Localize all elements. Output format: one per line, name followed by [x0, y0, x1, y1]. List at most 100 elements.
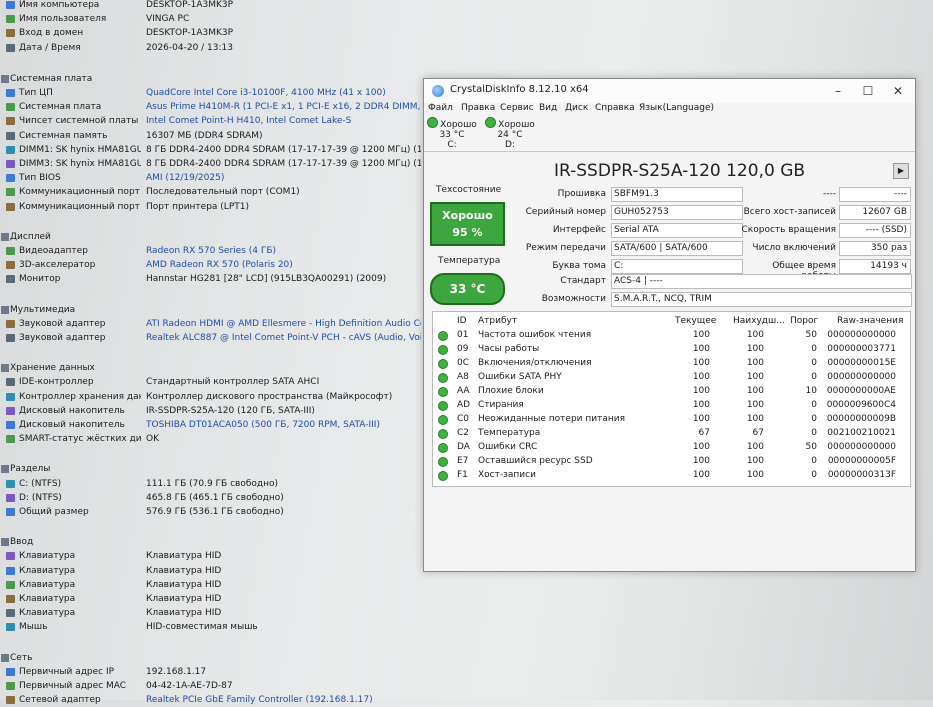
row-value[interactable]: Radeon RX 570 Series (4 ГБ)	[146, 244, 421, 258]
attr-raw: 00000000313F	[827, 470, 896, 480]
attr-worst: 100	[746, 442, 764, 452]
status-dot-icon	[438, 415, 448, 425]
smart-row[interactable]: 09 Часы работы 100 100 0 000000003771	[433, 342, 910, 356]
item-icon	[6, 43, 15, 52]
row-value[interactable]: Realtek PCIe GbE Family Controller (192.…	[146, 693, 421, 707]
header-attribute[interactable]: Атрибут	[478, 314, 517, 328]
smart-row[interactable]: A8 Ошибки SATA PHY 100 100 0 000000000000	[433, 370, 910, 384]
attr-current: 100	[692, 442, 710, 452]
smart-row[interactable]: AD Стирания 100 100 0 0000009600C4	[433, 398, 910, 412]
attr-current: 100	[692, 400, 710, 410]
drive-letter: C:	[447, 140, 457, 150]
row-value: Клавиатура HID	[146, 594, 222, 604]
status-dot-icon	[438, 373, 448, 383]
header-raw[interactable]: Raw-значения	[837, 314, 903, 328]
row-value: 192.168.1.17	[146, 666, 207, 677]
standard-value: ACS-4 | ----	[611, 274, 912, 289]
row-label: Тип ЦП	[19, 88, 53, 98]
attr-current: 100	[692, 456, 710, 466]
field-label: ----	[823, 189, 836, 199]
header-threshold[interactable]: Порог	[790, 314, 818, 328]
menu-item[interactable]: Диск	[565, 103, 588, 113]
smart-row[interactable]: F1 Хост-записи 100 100 0 00000000313F	[433, 468, 910, 482]
field-label: Всего хост-записей	[743, 207, 836, 217]
row-label: Клавиатура	[19, 608, 76, 619]
smart-table: ID Атрибут Текущее Наихудш... Порог Raw-…	[432, 311, 911, 487]
attr-worst: 67	[752, 428, 764, 438]
attr-worst: 100	[746, 344, 764, 354]
device-icon	[6, 145, 15, 154]
row-value[interactable]: Asus Prime H410M-R (1 PCI-E x1, 1 PCI-E …	[146, 100, 421, 114]
field-value: ----	[839, 187, 911, 202]
minimize-button[interactable]: –	[824, 82, 852, 100]
device-icon	[6, 595, 15, 603]
row-value[interactable]: Realtek ALC887 @ Intel Comet Point-V PCH…	[146, 331, 421, 345]
row-value[interactable]: ATI Radeon HDMI @ AMD Ellesmere - High D…	[146, 317, 421, 331]
device-icon	[6, 552, 15, 561]
smart-row[interactable]: C2 Температура 67 67 0 002100210021	[433, 426, 910, 440]
item-icon	[6, 29, 15, 38]
close-button[interactable]: ✕	[884, 82, 912, 100]
device-icon	[6, 103, 15, 112]
attr-worst: 100	[746, 358, 764, 368]
drive-model: IR-SSDPR-S25A-120 120,0 GB	[554, 161, 806, 181]
next-drive-button[interactable]: ▶	[893, 163, 909, 179]
drive-tab[interactable]: Хорошо 33 °C C:	[424, 117, 480, 150]
row-value[interactable]: AMI (12/19/2025)	[146, 171, 421, 185]
drive-tab[interactable]: Хорошо 24 °C D:	[482, 117, 538, 150]
menu-item[interactable]: Справка	[595, 103, 635, 113]
maximize-button[interactable]: ☐	[854, 82, 882, 100]
health-status-badge[interactable]: Хорошо 95 %	[430, 202, 505, 246]
header-current[interactable]: Текущее	[675, 314, 716, 328]
menu-item[interactable]: Правка	[461, 103, 495, 113]
row-value[interactable]: AMD Radeon RX 570 (Polaris 20)	[146, 258, 421, 272]
row-value: Клавиатура HID	[146, 579, 222, 590]
attr-raw: 000000000000	[827, 372, 896, 382]
field-label: Число включений	[752, 243, 836, 253]
smart-row[interactable]: 01 Частота ошибок чтения 100 100 50 000000000…	[433, 328, 910, 342]
menu-bar: Файл Правка Сервис Вид Диск Справка Язык(Langu…	[424, 103, 915, 117]
attr-name: Часы работы	[478, 344, 540, 354]
header-id[interactable]: ID	[457, 314, 467, 328]
smart-row[interactable]: AA Плохие блоки 100 100 10 0000000000AE	[433, 384, 910, 398]
smart-row[interactable]: 0C Включения/отключения 100 100 0 00000000015…	[433, 356, 910, 370]
row-value[interactable]: QuadCore Intel Core i3-10100F, 4100 MHz …	[146, 86, 421, 100]
header-worst[interactable]: Наихудш...	[733, 314, 785, 328]
row-value[interactable]: TOSHIBA DT01ACA050 (500 ГБ, 7200 RPM, SA…	[146, 418, 421, 432]
row-label: Дата / Время	[19, 42, 81, 53]
row-value: 16307 МБ (DDR4 SDRAM)	[146, 130, 263, 141]
device-icon	[6, 566, 15, 575]
row-label: Сетевой адаптер	[19, 695, 101, 706]
row-label: Тип BIOS	[19, 173, 61, 184]
menu-item[interactable]: Сервис	[500, 103, 534, 113]
attr-id: 0C	[457, 358, 470, 368]
menu-item[interactable]: Вид	[539, 103, 557, 113]
status-dot-icon	[438, 429, 448, 439]
device-icon	[6, 609, 15, 618]
row-label: Первичный адрес IP	[19, 666, 115, 677]
status-dot-icon	[438, 401, 448, 411]
aida-summary-panel: Имя компьютера DESKTOP-1A3MK3P Имя пользов…	[0, 0, 425, 705]
row-value: 8 ГБ DDR4-2400 DDR4 SDRAM (17-17-17-39 @…	[146, 144, 421, 155]
attr-raw: 00000000015E	[827, 358, 896, 368]
device-icon	[6, 392, 15, 401]
temperature-badge[interactable]: 33 °C	[430, 273, 505, 305]
smart-row[interactable]: DA Ошибки CRC 100 100 50 000000000000	[433, 440, 910, 454]
device-icon	[6, 667, 15, 676]
menu-item[interactable]: Язык(Language)	[639, 103, 714, 113]
section-title: Мультимедиа	[10, 304, 76, 315]
row-label: SMART-статус жёстких дис...	[19, 434, 141, 445]
smart-row[interactable]: C0 Неожиданные потери питания 100 100 0 00000…	[433, 412, 910, 426]
field-label: Режим передачи	[525, 243, 606, 253]
attr-current: 100	[692, 414, 710, 424]
row-label: Вход в домен	[19, 28, 84, 39]
row-value: Последовательный порт (COM1)	[146, 187, 300, 198]
attr-threshold: 0	[811, 428, 817, 438]
row-value[interactable]: Intel Comet Point-H H410, Intel Comet La…	[146, 114, 421, 128]
attr-worst: 100	[746, 386, 764, 396]
smart-row[interactable]: E7 Оставшийся ресурс SSD 100 100 0 0000000000…	[433, 454, 910, 468]
menu-item[interactable]: Файл	[428, 103, 453, 113]
row-value: 2026-04-20 / 13:13	[146, 42, 233, 53]
row-label: Дисковый накопитель	[19, 420, 125, 430]
drive-status-line: Хорошо	[424, 117, 480, 130]
